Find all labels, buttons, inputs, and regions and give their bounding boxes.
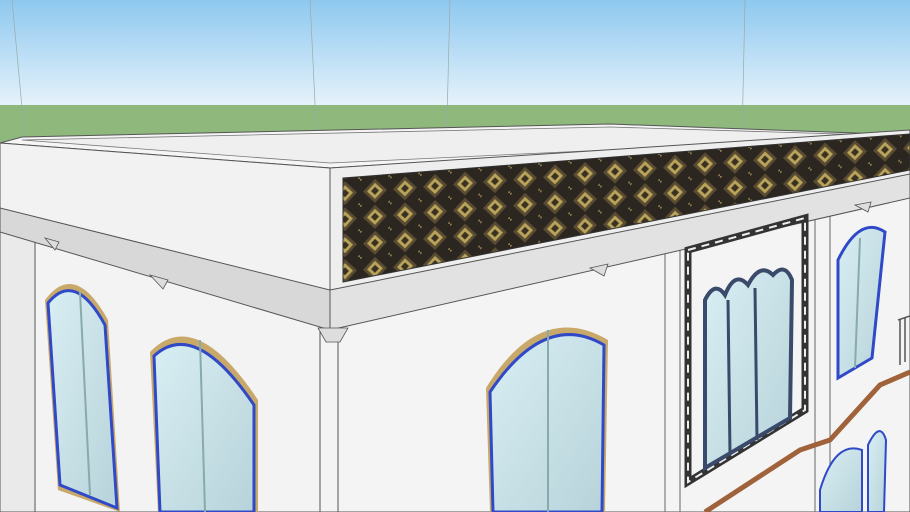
sky [0, 0, 910, 106]
sketchup-building-viewport[interactable] [0, 0, 910, 512]
left-wall-edge [0, 219, 36, 512]
